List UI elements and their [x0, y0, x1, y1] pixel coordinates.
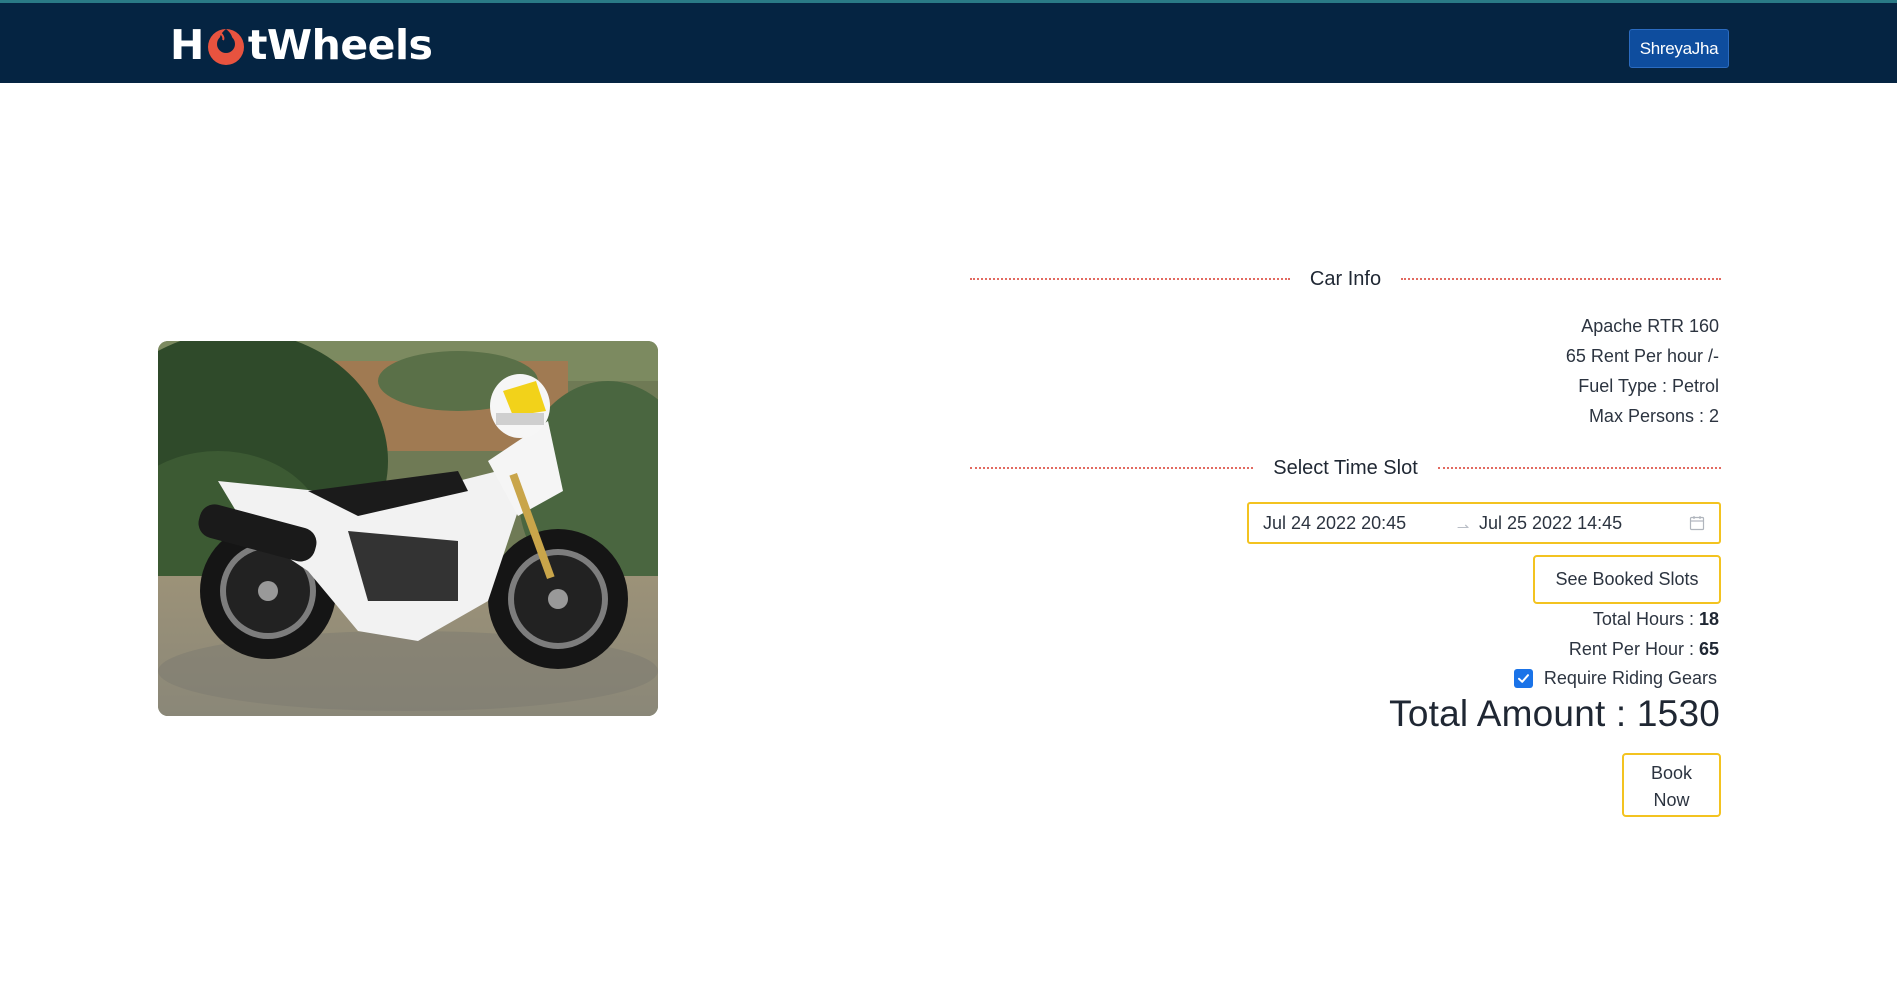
motorcycle-photo: [158, 341, 658, 716]
max-persons-info: Max Persons : 2: [1588, 406, 1719, 426]
car-info-heading: Car Info: [1309, 267, 1382, 290]
total-hours-value: 18: [1698, 609, 1719, 629]
book-now-line2: Now: [1653, 789, 1690, 810]
divider-line-left: [970, 467, 1254, 469]
brand-logo[interactable]: H tWheels: [170, 20, 433, 70]
time-slot-divider: Select Time Slot: [970, 456, 1722, 480]
see-booked-slots-button[interactable]: See Booked Slots: [1533, 555, 1721, 604]
rent-per-hour-info: 65 Rent Per hour /-: [1565, 346, 1719, 366]
book-now-button[interactable]: Book Now: [1622, 753, 1721, 817]
date-range-picker[interactable]: Jul 24 2022 20:45 ⇀ Jul 25 2022 14:45: [1247, 502, 1721, 544]
divider-line-right: [1437, 467, 1722, 469]
riding-gears-option[interactable]: Require Riding Gears: [1513, 668, 1717, 689]
user-menu-button[interactable]: ShreyaJha: [1629, 29, 1729, 68]
rent-per-hour: Rent Per Hour : 65: [1569, 639, 1719, 660]
brand-prefix: H: [170, 21, 204, 69]
end-date-input[interactable]: Jul 25 2022 14:45: [1477, 513, 1689, 534]
time-slot-heading: Select Time Slot: [1273, 456, 1418, 479]
riding-gears-label: Require Riding Gears: [1543, 668, 1717, 688]
range-arrow-icon: ⇀: [1456, 519, 1470, 536]
start-date-input[interactable]: Jul 24 2022 20:45: [1249, 513, 1449, 534]
book-now-line1: Book: [1650, 762, 1693, 783]
rent-per-hour-label: Rent Per Hour :: [1568, 639, 1699, 659]
flame-icon: [205, 25, 247, 67]
rent-per-hour-value: 65: [1698, 639, 1719, 659]
vehicle-name: Apache RTR 160: [1581, 316, 1719, 336]
brand-suffix: tWheels: [247, 21, 433, 69]
car-info-divider: Car Info: [970, 267, 1721, 291]
divider-line-right: [1401, 278, 1721, 280]
total-hours: Total Hours : 18: [1593, 609, 1719, 630]
calendar-icon[interactable]: [1689, 515, 1705, 531]
navbar: H tWheels ShreyaJha: [0, 3, 1897, 83]
total-hours-label: Total Hours :: [1592, 609, 1699, 629]
divider-line-left: [970, 278, 1290, 280]
riding-gears-checkbox[interactable]: [1513, 669, 1533, 688]
total-amount: Total Amount : 1530: [1389, 693, 1720, 734]
motorcycle-illustration: [158, 341, 658, 716]
check-icon: [1517, 674, 1529, 683]
fuel-type-info: Fuel Type : Petrol: [1578, 376, 1719, 396]
